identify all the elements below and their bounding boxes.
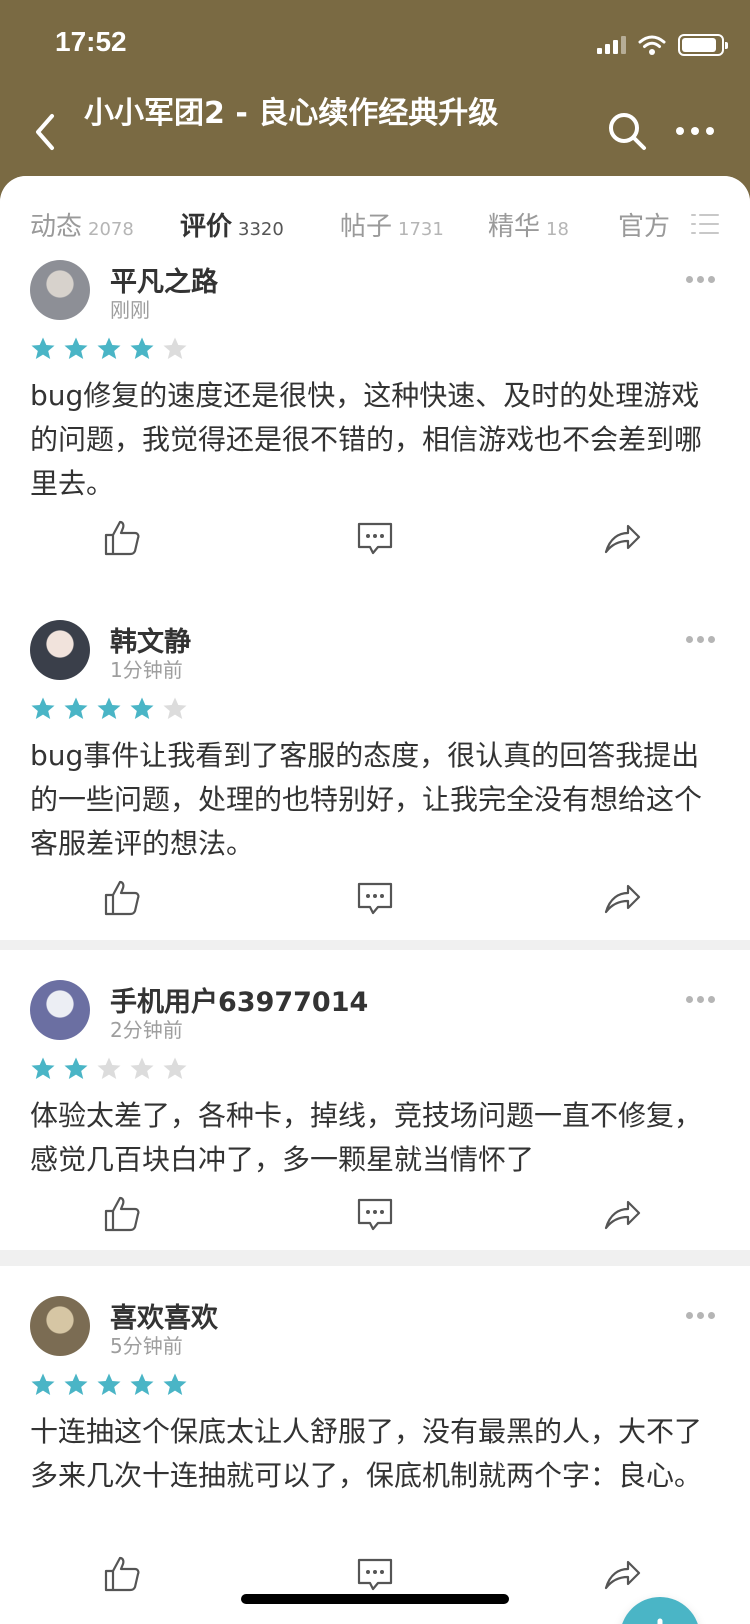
review-text: 十连抽这个保底太让人舒服了，没有最黑的人，大不了多来几次十连抽就可以了，保底机制…: [30, 1415, 703, 1492]
like-button[interactable]: [102, 518, 142, 558]
review-time: 5分钟前: [110, 1334, 183, 1358]
star-icon: [31, 337, 55, 359]
share-button[interactable]: [602, 518, 642, 558]
review-time: 2分钟前: [110, 1018, 183, 1042]
page-title: 小小军团2 - 良心续作经典升级: [84, 96, 499, 131]
tab-bar: 动态 2078 评价 3320 帖子 1731 精华 18 官方: [0, 176, 750, 266]
like-button[interactable]: [102, 1554, 142, 1594]
star-icon: [64, 1373, 88, 1395]
review-more-button[interactable]: [686, 634, 716, 644]
review-more-button[interactable]: [686, 274, 716, 284]
tab-official[interactable]: 官方: [618, 206, 670, 243]
search-button[interactable]: [606, 110, 648, 152]
rating-stars: [30, 1372, 188, 1398]
plus-icon: [657, 1618, 663, 1624]
cellular-signal-icon: [597, 36, 626, 54]
review-time: 1分钟前: [110, 658, 183, 682]
review-text: bug事件让我看到了客服的态度，很认真的回答我提出的一些问题，处理的也特别好，让…: [30, 739, 703, 860]
star-icon: [31, 1057, 55, 1079]
tab-list-icon[interactable]: [690, 212, 720, 236]
star-icon: [130, 1057, 154, 1079]
star-icon: [97, 1373, 121, 1395]
home-indicator: [241, 1594, 509, 1604]
review-card[interactable]: 手机用户63977014 2分钟前 体验太差了，各种卡，掉线，竞技场问题一直不修…: [0, 950, 750, 1250]
review-more-button[interactable]: [686, 994, 716, 1004]
star-icon: [130, 1373, 154, 1395]
comment-button[interactable]: [355, 1194, 395, 1234]
rating-stars: [30, 336, 188, 362]
star-icon: [163, 1373, 187, 1395]
share-button[interactable]: [602, 878, 642, 918]
star-icon: [130, 697, 154, 719]
star-icon: [163, 337, 187, 359]
like-button[interactable]: [102, 1194, 142, 1234]
avatar[interactable]: [30, 980, 90, 1040]
rating-stars: [30, 696, 188, 722]
tab-activity[interactable]: 动态 2078: [30, 206, 134, 243]
star-icon: [64, 1057, 88, 1079]
review-time: 刚刚: [110, 298, 150, 322]
review-text: 体验太差了，各种卡，掉线，竞技场问题一直不修复，感觉几百块白冲了，多一颗星就当情…: [30, 1099, 703, 1176]
comment-button[interactable]: [355, 1554, 395, 1594]
add-review-button[interactable]: [620, 1597, 700, 1624]
star-icon: [64, 337, 88, 359]
avatar[interactable]: [30, 620, 90, 680]
status-time: 17:52: [55, 26, 127, 57]
star-icon: [31, 1373, 55, 1395]
star-icon: [97, 337, 121, 359]
star-icon: [31, 697, 55, 719]
review-more-button[interactable]: [686, 1310, 716, 1320]
avatar[interactable]: [30, 260, 90, 320]
star-icon: [97, 697, 121, 719]
star-icon: [163, 697, 187, 719]
star-icon: [163, 1057, 187, 1079]
wifi-icon: [638, 35, 666, 55]
tab-featured[interactable]: 精华 18: [488, 206, 569, 243]
star-icon: [64, 697, 88, 719]
star-icon: [130, 337, 154, 359]
comment-button[interactable]: [355, 518, 395, 558]
app-header: 17:52 小小军团2 - 良心续作经典升级: [0, 0, 750, 200]
share-button[interactable]: [602, 1554, 642, 1594]
review-card[interactable]: 韩文静 1分钟前 bug事件让我看到了客服的态度，很认真的回答我提出的一些问题，…: [0, 590, 750, 940]
tab-reviews[interactable]: 评价 3320: [180, 206, 284, 243]
battery-icon: [678, 34, 728, 56]
avatar[interactable]: [30, 1296, 90, 1356]
back-button[interactable]: [28, 110, 64, 154]
comment-button[interactable]: [355, 878, 395, 918]
rating-stars: [30, 1056, 188, 1082]
review-text: bug修复的速度还是很快，这种快速、及时的处理游戏的问题，我觉得还是很不错的，相…: [30, 379, 703, 500]
content-sheet: 动态 2078 评价 3320 帖子 1731 精华 18 官方 平凡之路 刚刚 bug…: [0, 176, 750, 1624]
status-icons: [597, 34, 728, 56]
tab-posts[interactable]: 帖子 1731: [340, 206, 444, 243]
star-icon: [97, 1057, 121, 1079]
more-options-button[interactable]: [676, 118, 716, 144]
review-card[interactable]: 喜欢喜欢 5分钟前 十连抽这个保底太让人舒服了，没有最黑的人，大不了多来几次十连…: [0, 1266, 750, 1624]
like-button[interactable]: [102, 878, 142, 918]
share-button[interactable]: [602, 1194, 642, 1234]
